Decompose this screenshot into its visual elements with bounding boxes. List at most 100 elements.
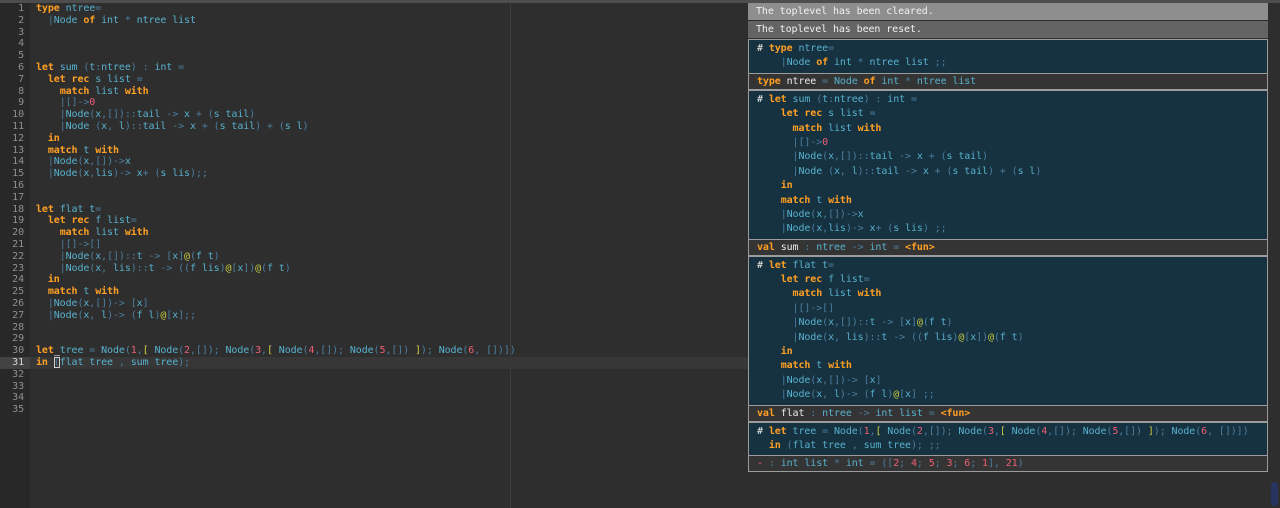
code-line[interactable] — [30, 192, 748, 204]
code-line[interactable] — [30, 369, 748, 381]
gutter-line-number[interactable]: 14 — [0, 156, 30, 168]
gutter-line-number[interactable]: 10 — [0, 109, 30, 121]
gutter-line-number[interactable]: 24 — [0, 274, 30, 286]
code-line[interactable]: in — [30, 274, 748, 286]
toplevel-input-block: # let flat t= let rec f list= match list… — [748, 255, 1268, 405]
gutter-line-number[interactable]: 27 — [0, 310, 30, 322]
gutter-line-number[interactable]: 23 — [0, 263, 30, 275]
toplevel-input-line: |Node(x,[])->x — [780, 208, 864, 220]
gutter-line-number[interactable]: 30 — [0, 345, 30, 357]
code-line[interactable] — [30, 333, 748, 345]
gutter-line-number[interactable]: 5 — [0, 50, 30, 62]
code-line[interactable] — [30, 322, 748, 334]
toplevel-input-block: # let tree = Node(1,[ Node(2,[]); Node(3… — [748, 421, 1268, 456]
gutter-line-number[interactable]: 20 — [0, 227, 30, 239]
code-line[interactable] — [30, 27, 748, 39]
code-line[interactable]: match list with — [30, 86, 748, 98]
code-line[interactable]: let tree = Node(1,[ Node(2,[]); Node(3,[… — [30, 345, 748, 357]
editor-gutter: 1 2 3 4 5 6 7 8 9 10 11 12 13 14 15 16 17 18 19 20 21 22 23 24 2… — [0, 3, 30, 508]
gutter-line-number[interactable]: 1 — [0, 3, 30, 15]
toplevel-input-block: # let sum (t:ntree) : int = let rec s li… — [748, 89, 1268, 239]
toplevel-input-line: |Node (x, l)::tail -> x + (s tail) + (s … — [792, 165, 1042, 177]
gutter-line-number[interactable]: 17 — [0, 192, 30, 204]
code-line[interactable] — [30, 180, 748, 192]
gutter-line-number[interactable]: 8 — [0, 86, 30, 98]
code-line[interactable]: |Node(x,[])::tail -> x + (s tail) — [30, 109, 748, 121]
gutter-line-number[interactable]: 2 — [0, 15, 30, 27]
toplevel-entries: # type ntree= |Node of int * ntree list … — [748, 39, 1268, 473]
code-line[interactable]: let rec s list = — [30, 74, 748, 86]
code-line[interactable]: |Node(x,[])::t -> [x]@(f t) — [30, 251, 748, 263]
editor-code-area[interactable]: type ntree= |Node of int * ntree list let… — [30, 3, 748, 508]
code-line[interactable] — [30, 392, 748, 404]
toplevel-panel[interactable]: The toplevel has been cleared. The tople… — [748, 3, 1280, 508]
gutter-line-number[interactable]: 26 — [0, 298, 30, 310]
gutter-line-number[interactable]: 12 — [0, 133, 30, 145]
code-line[interactable]: match t with — [30, 145, 748, 157]
gutter-line-number[interactable]: 28 — [0, 322, 30, 334]
gutter-line-number[interactable]: 33 — [0, 381, 30, 393]
toplevel-input-line: |Node(x,[])::t -> [x]@(f t) — [792, 317, 953, 329]
toplevel-input-line: |Node(x, l)-> (f l)@[x] ;; — [780, 389, 935, 401]
code-line[interactable]: |Node(x, lis)::t -> ((f lis)@[x])@(f t) — [30, 263, 748, 275]
gutter-line-number[interactable]: 25 — [0, 286, 30, 298]
code-line[interactable] — [30, 50, 748, 62]
toplevel-scrollbar-thumb[interactable] — [1271, 482, 1278, 506]
gutter-line-number[interactable]: 22 — [0, 251, 30, 263]
toplevel-output-block: type ntree = Node of int * ntree list — [748, 72, 1268, 90]
toplevel-message-cleared: The toplevel has been cleared. — [748, 3, 1268, 20]
gutter-line-number[interactable]: 13 — [0, 145, 30, 157]
toplevel-input-line: in — [780, 180, 793, 192]
code-line[interactable]: |Node(x,[])->x — [30, 156, 748, 168]
gutter-line-number[interactable]: 21 — [0, 239, 30, 251]
code-line[interactable]: |Node of int * ntree list — [30, 15, 748, 27]
gutter-line-number[interactable]: 32 — [0, 369, 30, 381]
gutter-line-number[interactable]: 3 — [0, 27, 30, 39]
code-line[interactable]: |Node (x, l)::tail -> x + (s tail) + (s … — [30, 121, 748, 133]
toplevel-input-line: let rec f list= — [780, 274, 870, 286]
toplevel-output-block: val flat : ntree -> int list = <fun> — [748, 404, 1268, 422]
toplevel-output-line: type ntree = Node of int * ntree list — [757, 75, 977, 87]
code-editor-pane[interactable]: 1 2 3 4 5 6 7 8 9 10 11 12 13 14 15 16 17 18 19 20 21 22 23 24 2… — [0, 3, 748, 508]
gutter-line-number[interactable]: 19 — [0, 215, 30, 227]
gutter-line-number[interactable]: 4 — [0, 38, 30, 50]
code-line[interactable]: |[]->[] — [30, 239, 748, 251]
code-line[interactable]: match t with — [30, 286, 748, 298]
toplevel-output-line: val sum : ntree -> int = <fun> — [757, 241, 935, 253]
gutter-line-number[interactable]: 18 — [0, 204, 30, 216]
gutter-line-number[interactable]: 35 — [0, 404, 30, 416]
code-line[interactable]: |[]->0 — [30, 97, 748, 109]
gutter-line-number[interactable]: 9 — [0, 97, 30, 109]
code-line[interactable]: |Node(x, l)-> (f l)@[x];; — [30, 310, 748, 322]
toplevel-input-line: |Node(x,[])-> [x] — [780, 374, 882, 386]
gutter-line-number[interactable]: 7 — [0, 74, 30, 86]
gutter-line-number[interactable]: 15 — [0, 168, 30, 180]
toplevel-input-line: # type ntree= — [757, 43, 834, 54]
gutter-line-number[interactable]: 11 — [0, 121, 30, 133]
code-line[interactable]: in (flat tree , sum tree); — [30, 356, 748, 369]
toplevel-input-line: # let tree = Node(1,[ Node(2,[]); Node(3… — [757, 425, 1249, 437]
code-line[interactable]: let rec f list= — [30, 215, 748, 227]
code-line[interactable]: type ntree= — [30, 3, 748, 15]
toplevel-output-line: - : int list * int = ([2; 4; 5; 3; 6; 1]… — [757, 458, 1024, 470]
toplevel-input-line: |Node(x, lis)::t -> ((f lis)@[x])@(f t) — [792, 331, 1024, 343]
code-line[interactable] — [30, 381, 748, 393]
code-line[interactable]: |Node(x,[])-> [x] — [30, 298, 748, 310]
toplevel-input-line: match t with — [780, 194, 852, 206]
code-line[interactable]: |Node(x,lis)-> x+ (s lis);; — [30, 168, 748, 180]
code-line[interactable]: in — [30, 133, 748, 145]
code-line[interactable] — [30, 404, 748, 416]
code-line[interactable]: let sum (t:ntree) : int = — [30, 62, 748, 74]
code-line[interactable]: let flat t= — [30, 204, 748, 216]
toplevel-input-line: let rec s list = — [780, 108, 876, 120]
code-line[interactable]: match list with — [30, 227, 748, 239]
gutter-line-number[interactable]: 6 — [0, 62, 30, 74]
toplevel-input-line: in (flat tree , sum tree); ;; — [768, 439, 941, 451]
gutter-line-number[interactable]: 34 — [0, 392, 30, 404]
gutter-line-number[interactable]: 29 — [0, 333, 30, 345]
code-line[interactable] — [30, 38, 748, 50]
toplevel-output-block: val sum : ntree -> int = <fun> — [748, 238, 1268, 256]
toplevel-message-reset: The toplevel has been reset. — [748, 21, 1268, 38]
gutter-line-number[interactable]: 31 — [0, 356, 30, 369]
gutter-line-number[interactable]: 16 — [0, 180, 30, 192]
